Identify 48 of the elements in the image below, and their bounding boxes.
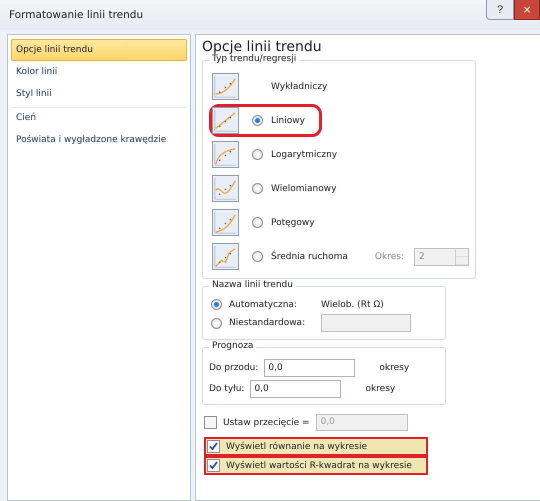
trendline-icon[interactable] <box>212 73 239 100</box>
trend-name-text: Wielob. (Rt Ω) <box>321 300 384 310</box>
trendline-icon[interactable] <box>212 175 239 202</box>
help-button[interactable]: ? <box>486 0 514 20</box>
radio-button[interactable] <box>252 251 263 262</box>
group-label: Prognoza <box>209 341 256 351</box>
option-label: Automatyczna: <box>229 300 298 310</box>
close-button[interactable]: × <box>514 0 540 20</box>
trendline-icon[interactable] <box>212 107 239 134</box>
checkbox[interactable] <box>207 459 220 472</box>
field-label: Do przodu: <box>209 363 258 373</box>
sidebar-item[interactable]: Opcje linii trendu <box>11 39 187 61</box>
window-title: Formatowanie linii trendu <box>9 9 144 21</box>
checkbox[interactable] <box>204 416 217 429</box>
name-input-field[interactable] <box>321 314 411 332</box>
radio-button[interactable] <box>211 299 222 310</box>
radio-button[interactable] <box>252 149 263 160</box>
input-field[interactable]: 0,0 <box>264 359 356 377</box>
sidebar-item[interactable]: Kolor linii <box>11 61 187 83</box>
radio-button[interactable] <box>252 115 263 126</box>
sidebar-item[interactable]: Styl linii <box>11 83 187 105</box>
option-label: Niestandardowa: <box>229 318 306 328</box>
sidebar-item[interactable]: Poświata i wygładzone krawędzie <box>11 129 187 151</box>
checkbox-label: Wyświetl wartości R-kwadrat na wykresie <box>226 460 412 470</box>
option-label: Potęgowy <box>271 218 315 228</box>
group-label: Typ trendu/regresji <box>209 54 300 64</box>
panel-heading: Opcje linii trendu <box>202 39 323 55</box>
checkbox[interactable] <box>207 440 220 453</box>
option-label: Wielomianowy <box>271 184 336 194</box>
unit-label: okresy <box>365 384 396 394</box>
field-label: Do tyłu: <box>209 384 244 394</box>
radio-button[interactable] <box>252 217 263 228</box>
option-label: Logarytmiczny <box>271 150 338 160</box>
trendline-icon[interactable] <box>212 141 239 168</box>
radio-button[interactable] <box>252 183 263 194</box>
group-label: Nazwa linii trendu <box>209 280 296 290</box>
input-field[interactable]: 0,0 <box>250 380 342 398</box>
field-label: Okres: <box>374 252 404 262</box>
radio-button[interactable] <box>211 318 222 328</box>
option-label: Średnia ruchoma <box>271 252 348 262</box>
trendline-icon[interactable] <box>212 209 239 236</box>
unit-label: okresy <box>379 363 410 373</box>
option-label: Liniowy <box>271 116 305 126</box>
trendline-icon[interactable] <box>212 243 239 270</box>
sidebar-item[interactable]: Cień <box>11 107 187 129</box>
checkbox-label: Wyświetl równanie na wykresie <box>226 442 367 452</box>
checkbox-label: Ustaw przecięcie = <box>223 418 310 428</box>
option-label: Wykładniczy <box>271 82 328 92</box>
